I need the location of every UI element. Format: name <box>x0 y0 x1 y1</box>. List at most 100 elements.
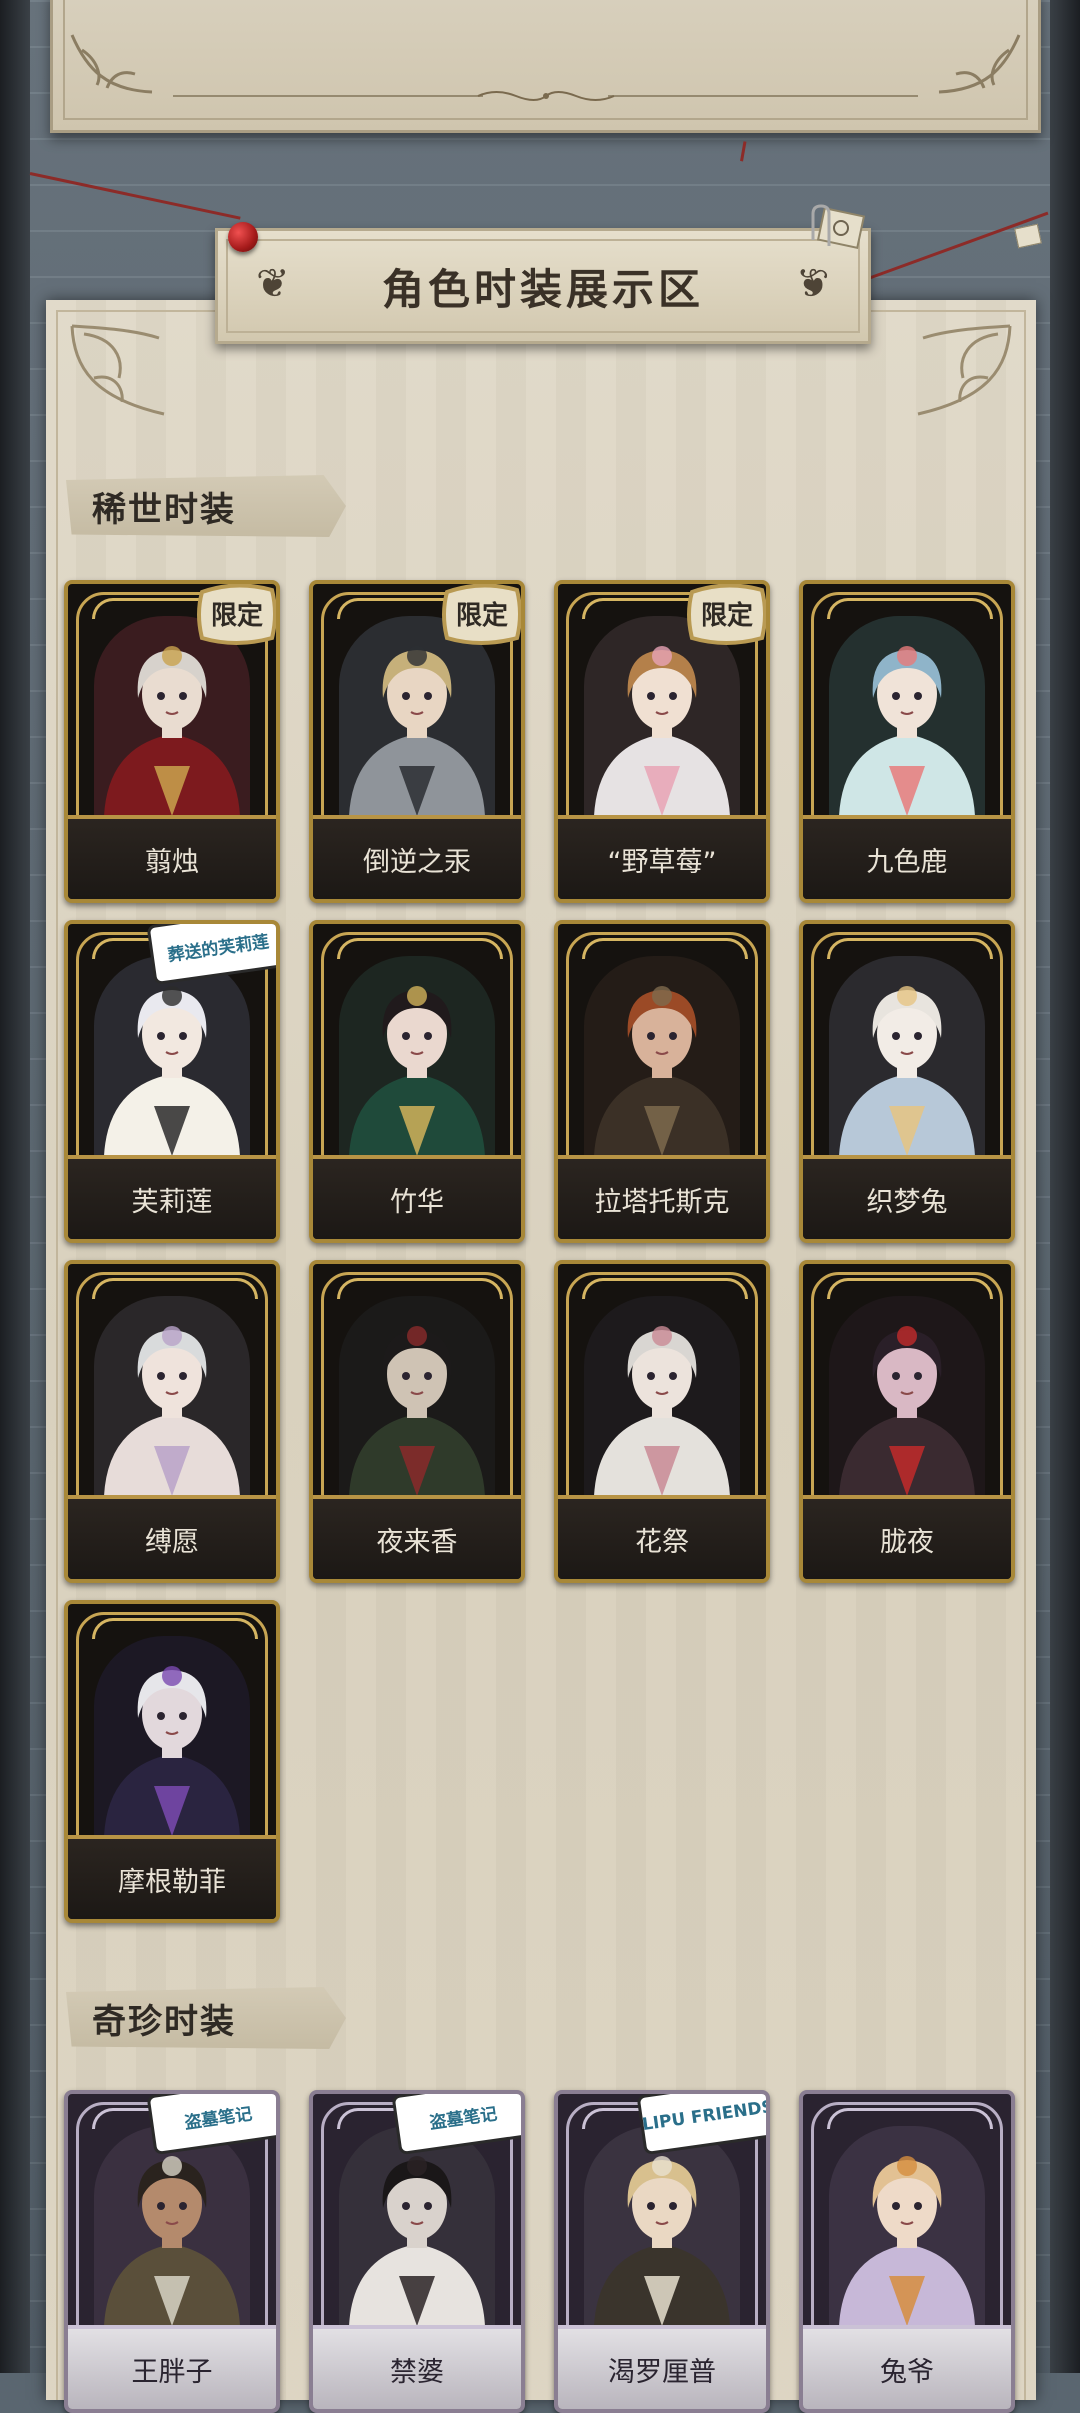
character-portrait-frame <box>584 956 740 1156</box>
costume-name-plate: “野草莓” <box>558 815 766 899</box>
character-portrait-frame <box>94 2126 250 2326</box>
character-portrait <box>339 1296 495 1496</box>
push-pin-icon <box>228 222 258 252</box>
section-label-text: 奇珍时装 <box>92 2001 236 2042</box>
costume-name: 禁婆 <box>390 2356 444 2388</box>
section-label-text: 稀世时装 <box>92 489 236 530</box>
character-portrait-frame <box>584 2126 740 2326</box>
character-portrait <box>829 616 985 816</box>
divider-line-right <box>608 95 918 97</box>
character-portrait <box>339 2126 495 2326</box>
costume-name: 胧夜 <box>880 1526 934 1558</box>
costume-name: “野草莓” <box>607 846 717 878</box>
limited-badge: 限定 <box>197 584 276 645</box>
character-portrait <box>829 1296 985 1496</box>
costume-name-plate: 摩根勒菲 <box>68 1835 276 1919</box>
costume-name: 渴罗厘普 <box>608 2356 716 2388</box>
costume-name-plate: 缚愿 <box>68 1495 276 1579</box>
costume-name: 缚愿 <box>145 1526 199 1558</box>
costume-name: 倒逆之汞 <box>363 846 471 878</box>
costume-name-plate: 拉塔托斯克 <box>558 1155 766 1239</box>
costume-card[interactable]: 禁婆 盗墓笔记 <box>309 2090 525 2413</box>
character-portrait-frame <box>94 956 250 1156</box>
card-arch-ornament <box>92 1278 258 1299</box>
section-label-rare: 稀世时装 <box>66 475 346 537</box>
costume-name-plate: 倒逆之汞 <box>313 815 521 899</box>
costume-name-plate: 兔爷 <box>803 2325 1011 2409</box>
character-portrait-frame <box>829 956 985 1156</box>
card-arch-ornament <box>582 1278 748 1299</box>
costume-card[interactable]: 倒逆之汞 限定 <box>309 580 525 903</box>
corner-flourish-icon <box>917 324 1012 416</box>
character-portrait-frame <box>829 2126 985 2326</box>
costume-name: 摩根勒菲 <box>118 1866 226 1898</box>
character-portrait <box>829 2126 985 2326</box>
costume-name: 翦烛 <box>145 846 199 878</box>
costume-card[interactable]: 王胖子 盗墓笔记 <box>64 2090 280 2413</box>
costume-name-plate: 九色鹿 <box>803 815 1011 899</box>
costume-card[interactable]: 拉塔托斯克 <box>554 920 770 1243</box>
corner-flourish-icon <box>70 324 165 416</box>
character-portrait-frame <box>584 1296 740 1496</box>
costume-card[interactable]: 胧夜 <box>799 1260 1015 1583</box>
section-label-treasure: 奇珍时装 <box>66 1987 346 2049</box>
character-portrait <box>94 956 250 1156</box>
limited-badge-text: 限定 <box>701 600 753 631</box>
character-portrait <box>584 1296 740 1496</box>
flourish-ornament-icon <box>477 91 614 101</box>
character-portrait <box>94 1296 250 1496</box>
limited-badge-text: 限定 <box>456 600 508 631</box>
card-arch-ornament <box>337 1278 503 1299</box>
laurel-left-icon: ❦ <box>256 261 290 307</box>
collab-sticker-text: 盗墓笔记 <box>428 2103 499 2134</box>
costume-card[interactable]: 渴罗厘普 LIPU FRIENDS <box>554 2090 770 2413</box>
costume-name-plate: 渴罗厘普 <box>558 2325 766 2409</box>
costume-card[interactable]: 兔爷 <box>799 2090 1015 2413</box>
card-arch-ornament <box>582 938 748 959</box>
costume-name-plate: 禁婆 <box>313 2325 521 2409</box>
limited-badge: 限定 <box>442 584 521 645</box>
costume-name: 拉塔托斯克 <box>594 1186 730 1218</box>
character-portrait-frame <box>94 1636 250 1836</box>
corner-flourish-icon <box>938 34 1021 94</box>
costume-card[interactable]: 织梦兔 <box>799 920 1015 1243</box>
costume-name-plate: 芙莉莲 <box>68 1155 276 1239</box>
card-arch-ornament <box>337 938 503 959</box>
costume-card[interactable]: 花祭 <box>554 1260 770 1583</box>
costume-name-plate: 翦烛 <box>68 815 276 899</box>
costume-name-plate: 王胖子 <box>68 2325 276 2409</box>
card-arch-ornament <box>827 1278 993 1299</box>
section-title-banner: ❦ 角色时装展示区 ❦ <box>215 228 871 344</box>
character-portrait-frame <box>829 616 985 816</box>
costume-name: 夜来香 <box>376 1526 458 1558</box>
card-arch-ornament <box>827 2108 993 2129</box>
paperclip-note-icon <box>811 204 866 249</box>
costume-name: 王胖子 <box>131 2356 213 2388</box>
costume-name: 芙莉莲 <box>131 1186 213 1218</box>
costume-card[interactable]: 竹华 <box>309 920 525 1243</box>
costume-card[interactable]: 翦烛 限定 <box>64 580 280 903</box>
character-portrait <box>584 956 740 1156</box>
character-portrait-frame <box>339 1296 495 1496</box>
costume-card[interactable]: 摩根勒菲 <box>64 1600 280 1923</box>
character-portrait <box>94 1636 250 1836</box>
character-portrait-frame <box>339 2126 495 2326</box>
character-portrait <box>339 956 495 1156</box>
top-paper-panel <box>50 0 1041 133</box>
divider-line-left <box>173 95 483 97</box>
costume-name-plate: 织梦兔 <box>803 1155 1011 1239</box>
character-portrait <box>94 2126 250 2326</box>
collab-sticker-text: LIPU FRIENDS <box>640 2096 770 2136</box>
card-arch-ornament <box>827 938 993 959</box>
collab-sticker-text: 盗墓笔记 <box>183 2103 254 2134</box>
character-portrait <box>584 2126 740 2326</box>
costume-card[interactable]: 九色鹿 <box>799 580 1015 903</box>
character-portrait-frame <box>339 956 495 1156</box>
costume-card[interactable]: 缚愿 <box>64 1260 280 1583</box>
costume-name-plate: 竹华 <box>313 1155 521 1239</box>
costume-name: 织梦兔 <box>866 1186 948 1218</box>
limited-badge-text: 限定 <box>211 600 263 631</box>
costume-card[interactable]: 夜来香 <box>309 1260 525 1583</box>
costume-card[interactable]: “野草莓” 限定 <box>554 580 770 903</box>
costume-card[interactable]: 芙莉莲 葬送的芙莉莲 <box>64 920 280 1243</box>
